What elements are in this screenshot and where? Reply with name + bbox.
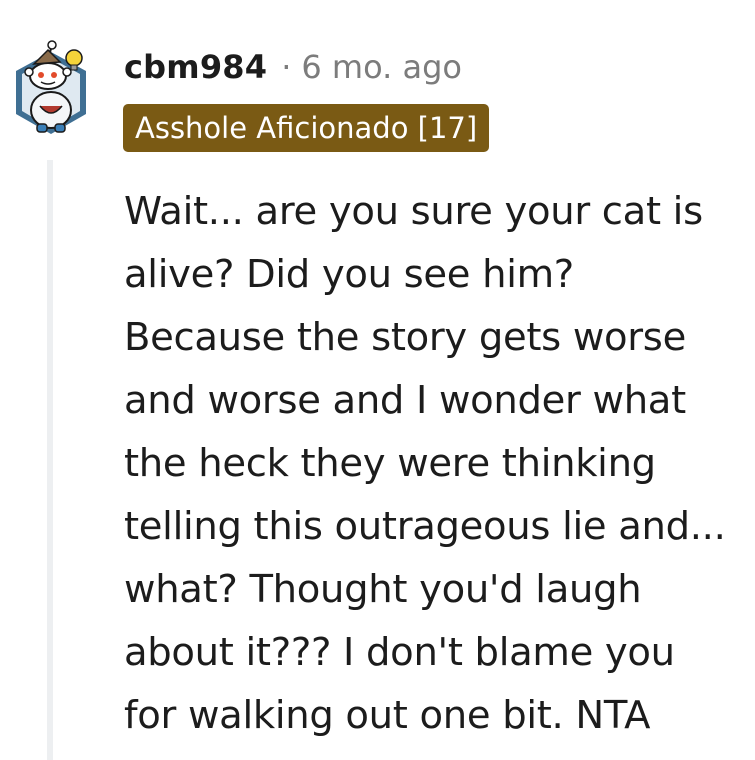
comment-body-line: what? Thought you'd laugh [124, 567, 642, 612]
comment-body-line: alive? Did you see him? [124, 252, 574, 297]
user-flair-badge: Asshole Aficionado [17] [123, 104, 490, 152]
comment-body-line: for walking out one bit. NTA [124, 693, 651, 738]
comment: cbm984 · 6 mo. ago Asshole Aficionado [1… [0, 0, 755, 760]
author-username[interactable]: cbm984 [124, 48, 267, 86]
avatar[interactable] [10, 28, 92, 138]
comment-age[interactable]: 6 mo. ago [301, 48, 462, 86]
comment-body: Wait... are you sure your cat is alive? … [124, 180, 752, 747]
comment-body-line: and worse and I wonder what [124, 378, 686, 423]
comment-meta: cbm984 · 6 mo. ago [124, 44, 462, 90]
reddit-snoo-avatar-icon [16, 40, 86, 134]
thread-collapse-line[interactable] [47, 160, 53, 760]
meta-separator: · [281, 48, 292, 86]
comment-body-line: telling this outrageous lie and... [124, 504, 726, 549]
comment-body-line: Wait... are you sure your cat is [124, 189, 703, 234]
comment-body-line: the heck they were thinking [124, 441, 656, 486]
comment-body-line: Because the story gets worse [124, 315, 686, 360]
comment-body-line: about it??? I don't blame you [124, 630, 675, 675]
